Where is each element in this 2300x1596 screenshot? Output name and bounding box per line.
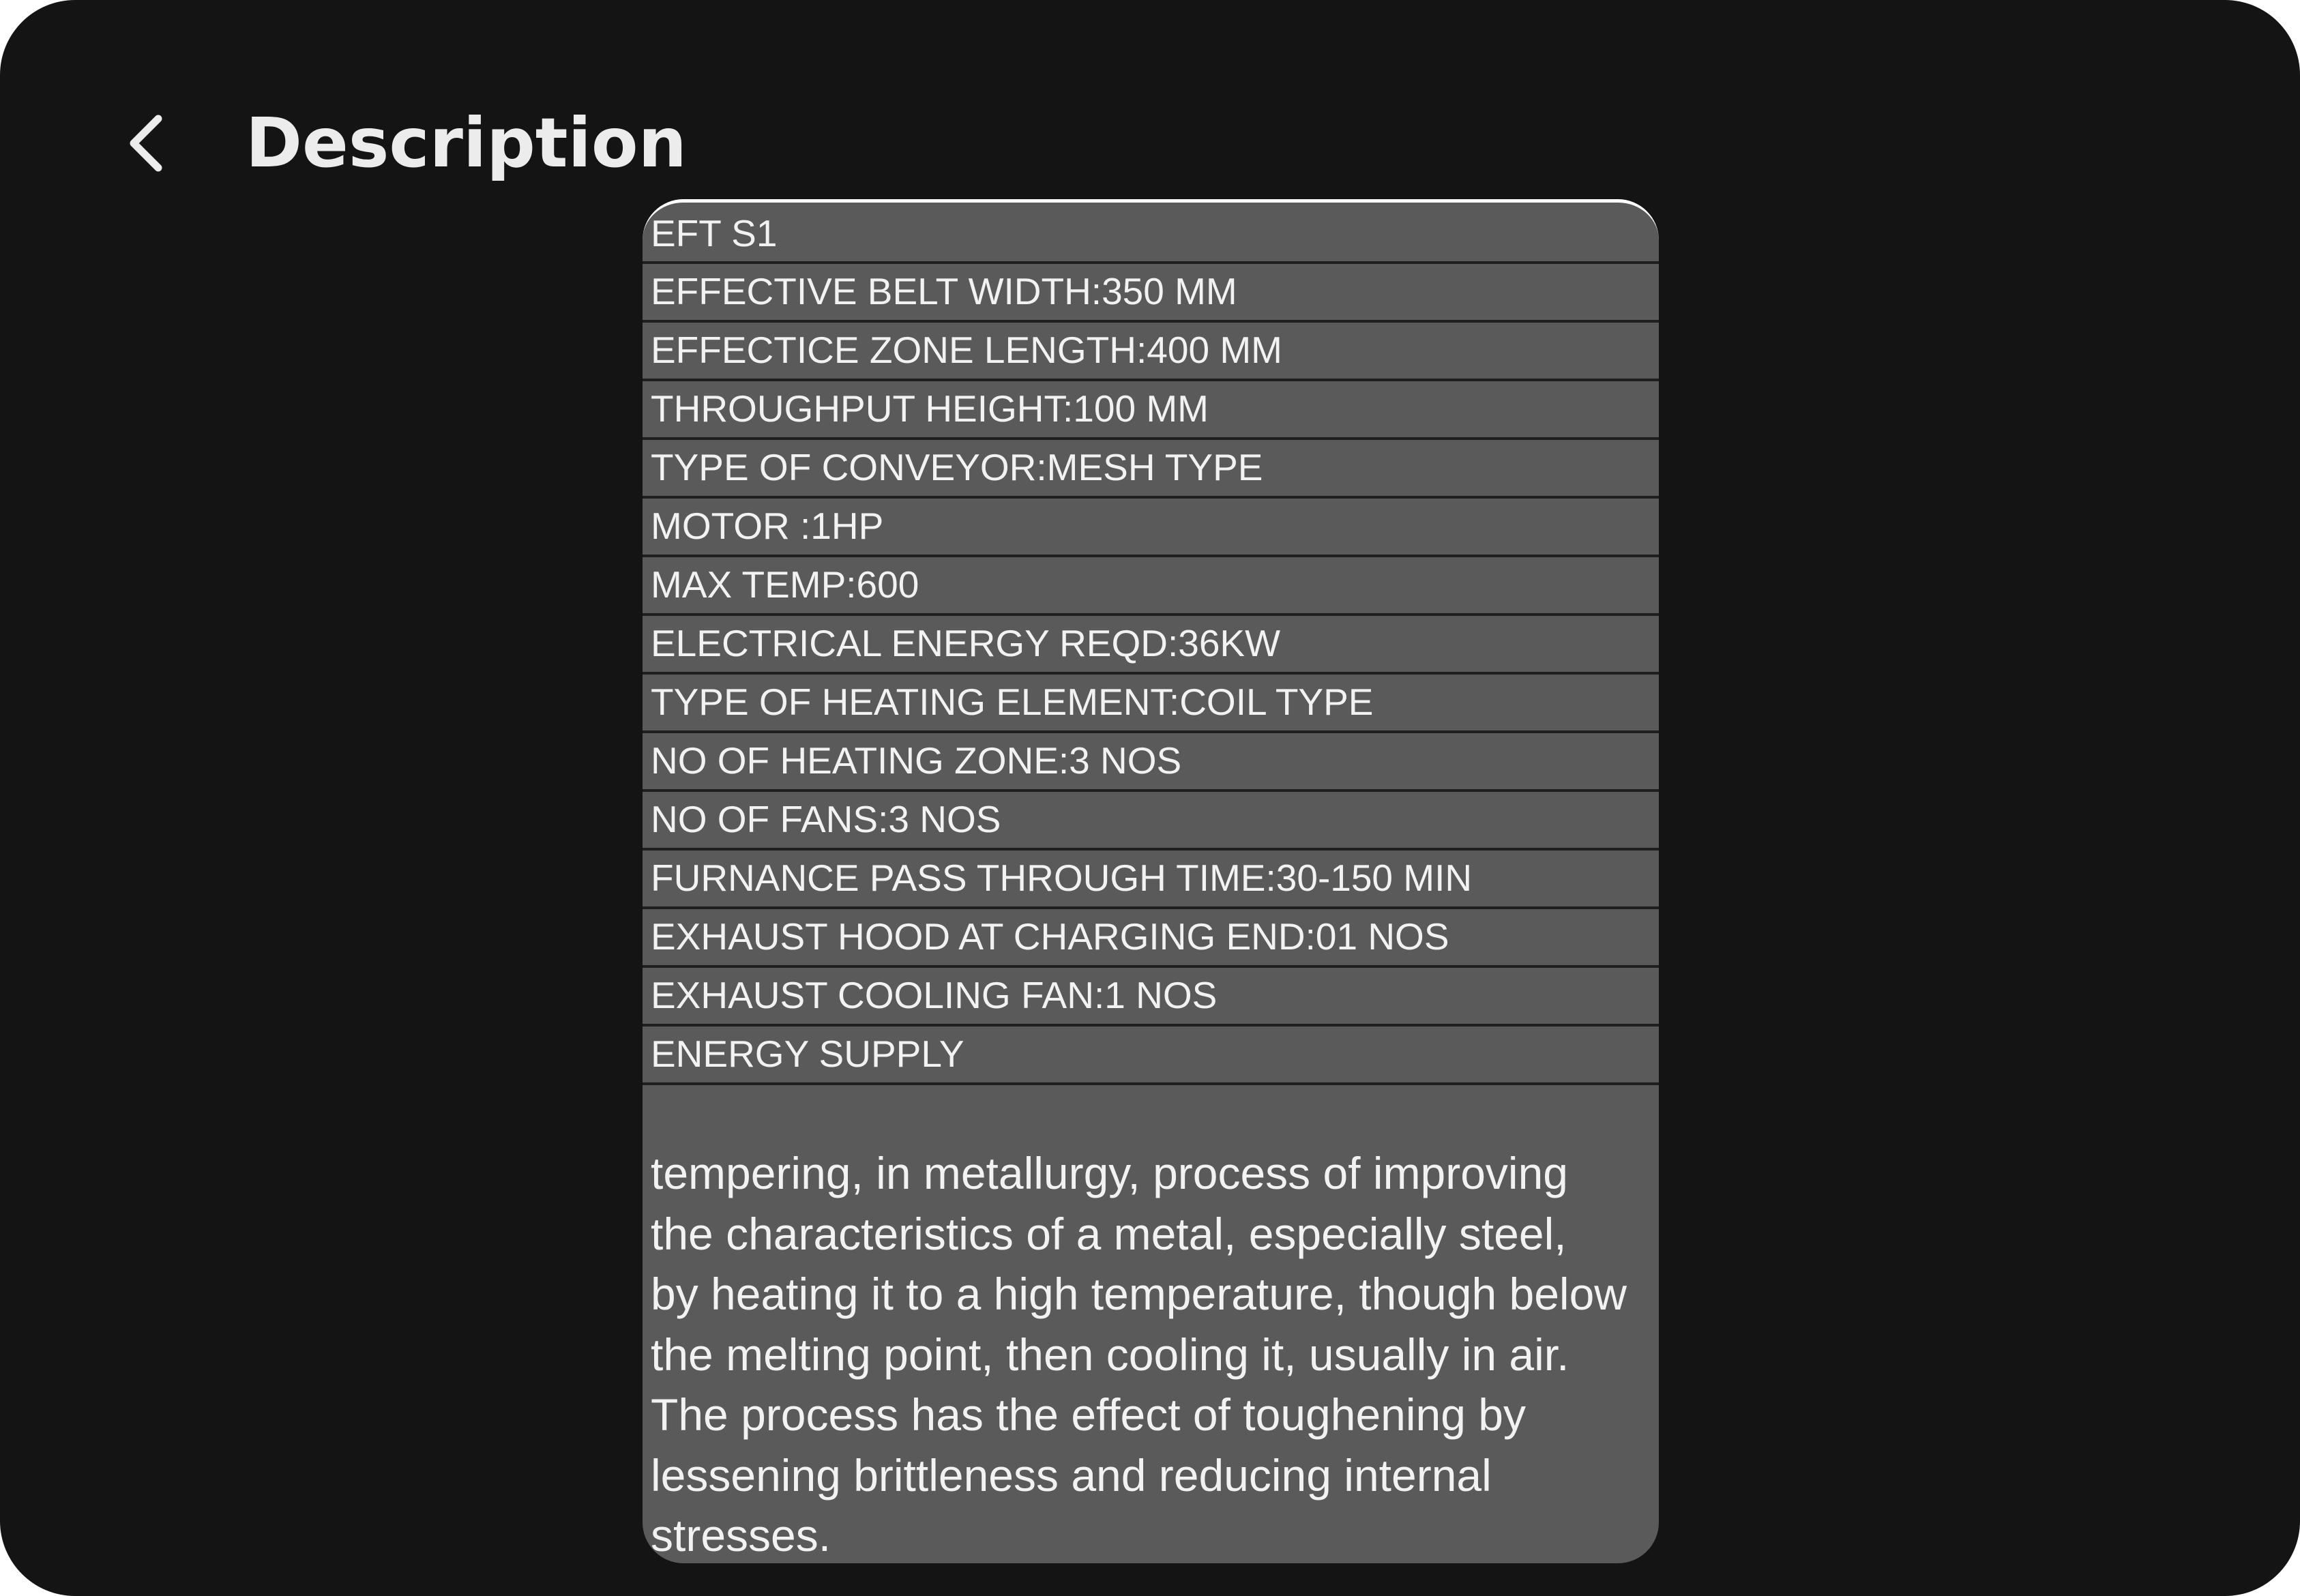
header-bar: Description [0,0,2300,205]
spec-row-conveyor-type: TYPE OF CONVEYOR:MESH TYPE [643,440,1659,499]
spec-row-motor: MOTOR :1HP [643,499,1659,557]
spec-list: EFT S1 EFFECTIVE BELT WIDTH:350 MM EFFEC… [643,203,1659,1085]
spec-row-throughput-height: THROUGHPUT HEIGHT:100 MM [643,381,1659,440]
spec-row-energy-supply: ENERGY SUPPLY [643,1026,1659,1085]
spec-row-electrical-energy: ELECTRICAL ENERGY REQD:36KW [643,616,1659,675]
spec-row-zone-length: EFFECTICE ZONE LENGTH:400 MM [643,323,1659,381]
page-title: Description [246,103,687,183]
app-screen: Description EFT S1 EFFECTIVE BELT WIDTH:… [0,0,2300,1596]
spec-row-belt-width: EFFECTIVE BELT WIDTH:350 MM [643,264,1659,323]
description-card: EFT S1 EFFECTIVE BELT WIDTH:350 MM EFFEC… [643,199,1659,1563]
spec-row-exhaust-cooling-fan: EXHAUST COOLING FAN:1 NOS [643,968,1659,1026]
spec-row-max-temp: MAX TEMP:600 [643,557,1659,616]
spec-row-heating-zones: NO OF HEATING ZONE:3 NOS [643,733,1659,792]
spec-row-fans: NO OF FANS:3 NOS [643,792,1659,851]
description-paragraph: tempering, in metallurgy, process of imp… [651,1148,1627,1561]
back-button[interactable] [102,95,191,191]
spec-row-heating-element: TYPE OF HEATING ELEMENT:COIL TYPE [643,675,1659,733]
spec-row-exhaust-hood: EXHAUST HOOD AT CHARGING END:01 NOS [643,909,1659,968]
spec-row-pass-through-time: FURNANCE PASS THROUGH TIME:30-150 MIN [643,851,1659,909]
spec-row-model: EFT S1 [643,203,1659,264]
chevron-left-icon [130,115,162,172]
